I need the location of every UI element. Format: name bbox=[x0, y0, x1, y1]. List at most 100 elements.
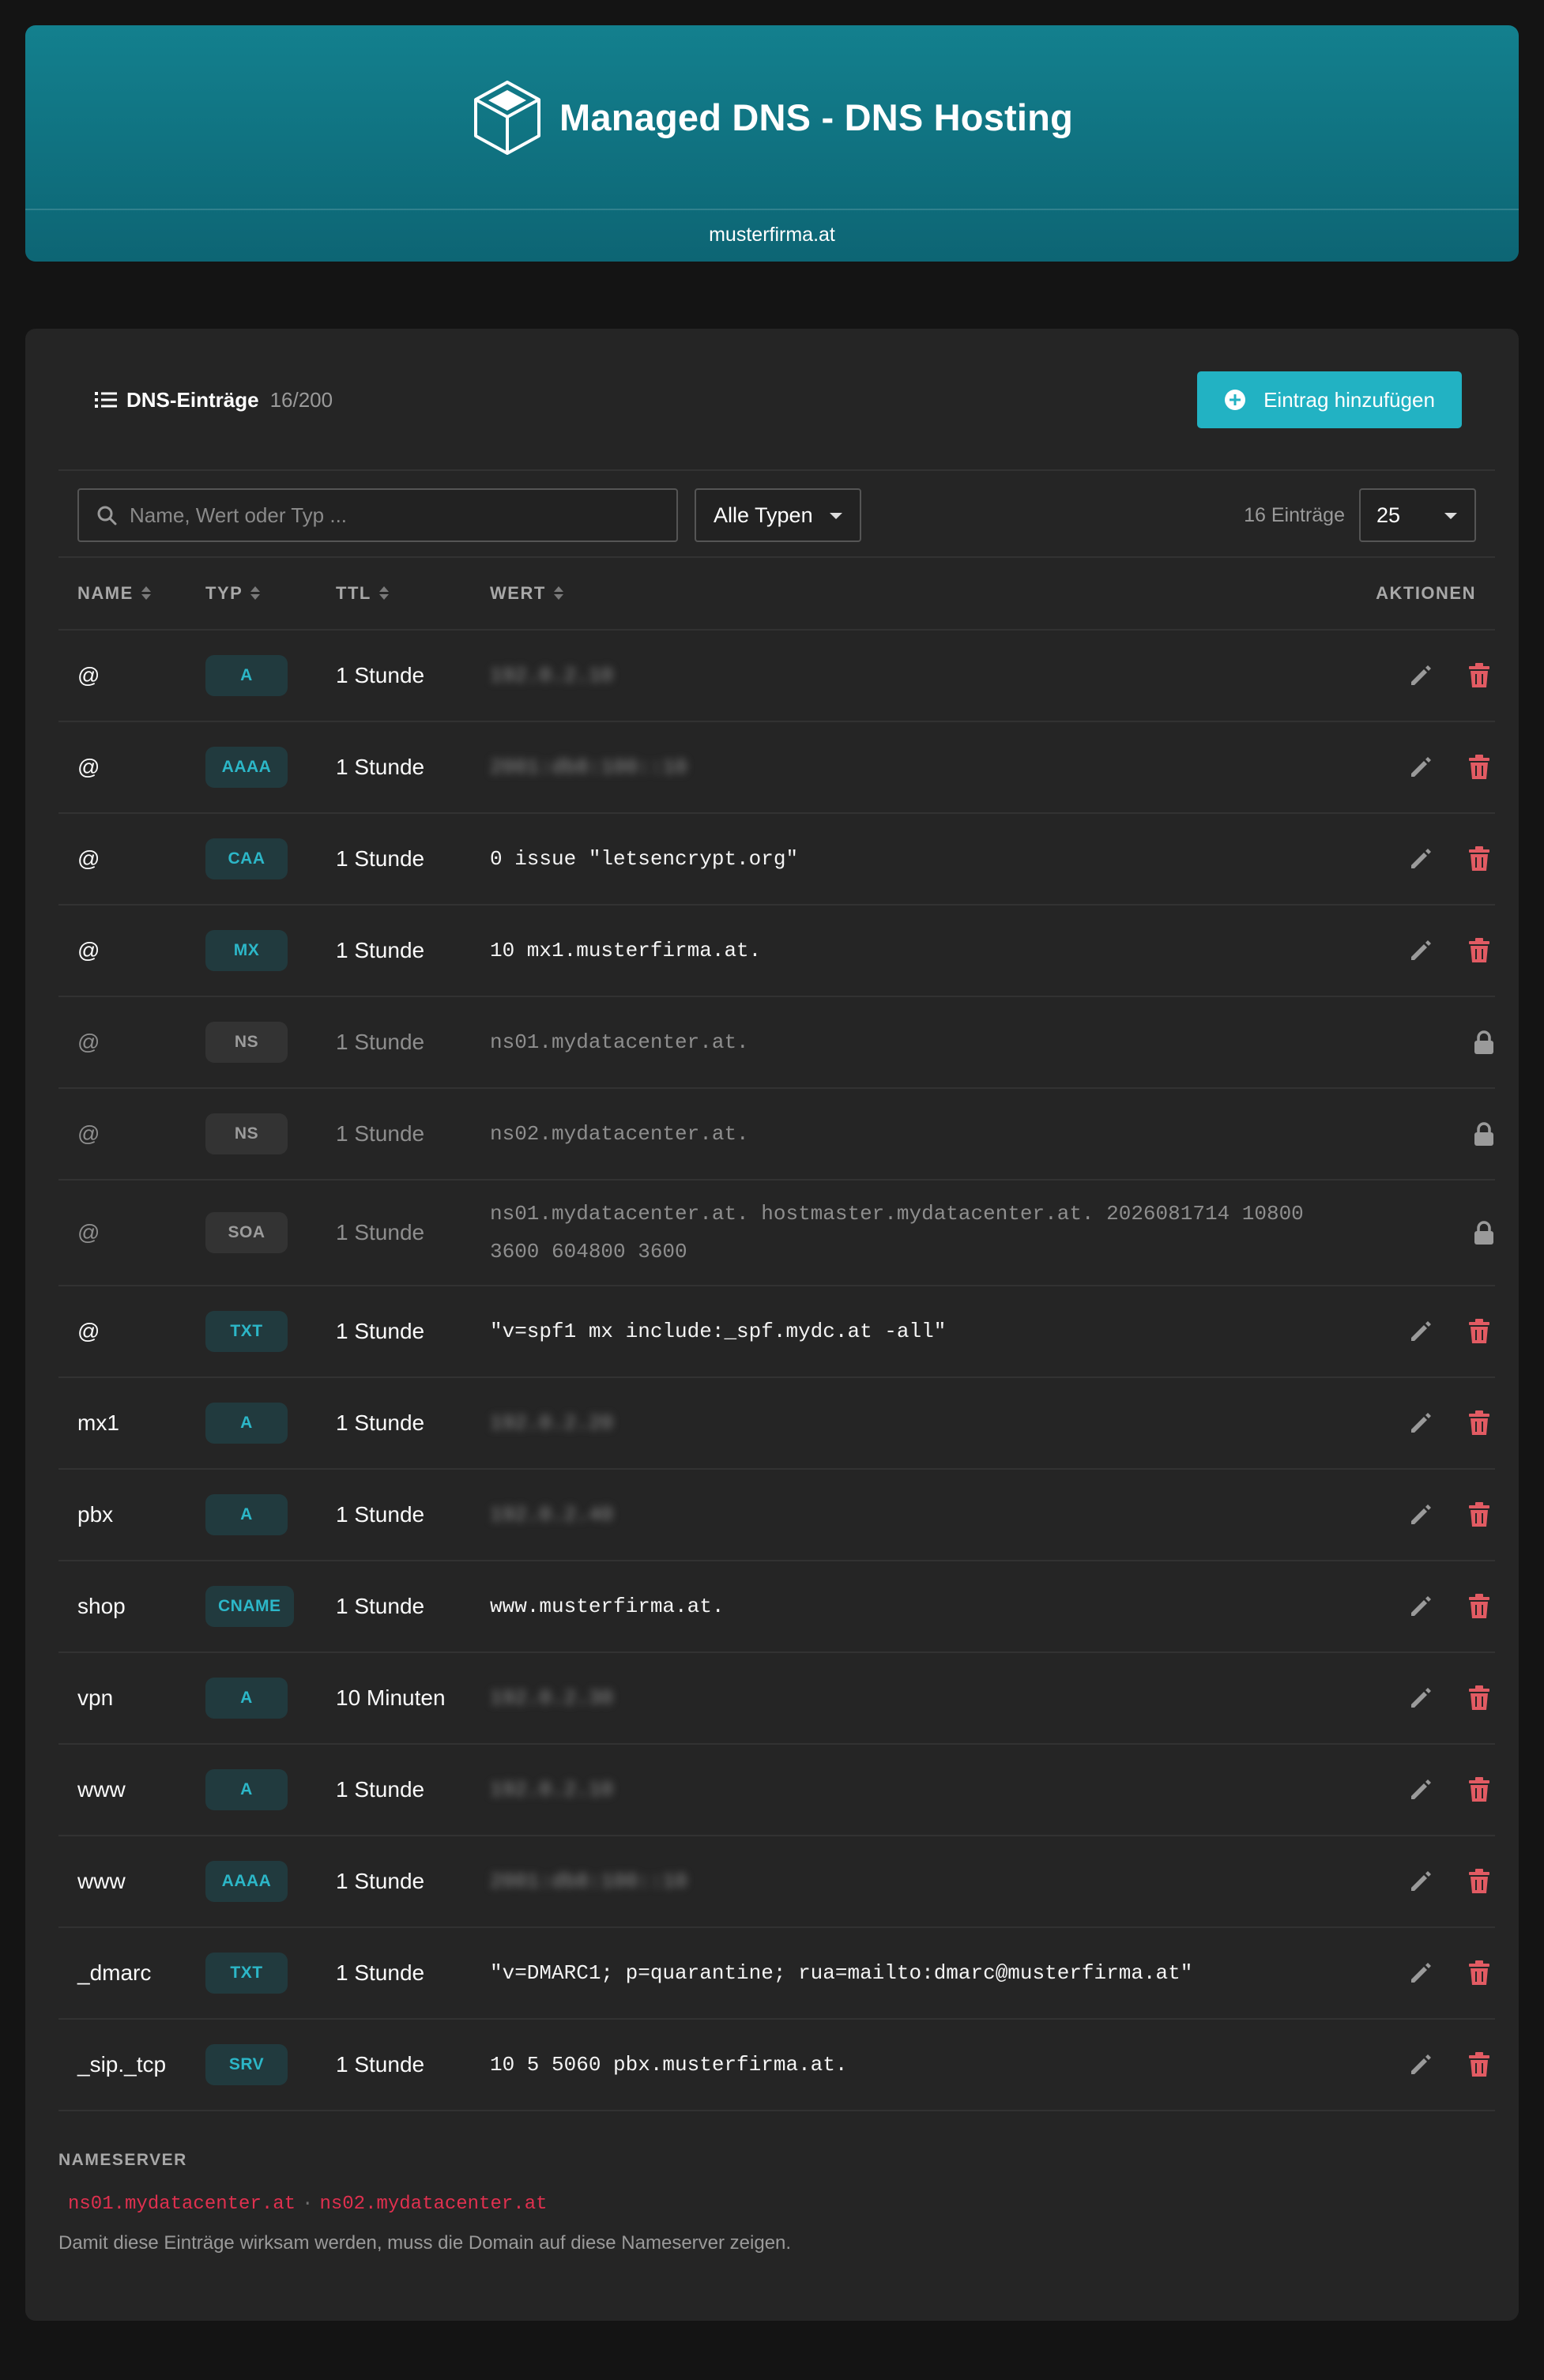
trash-icon[interactable] bbox=[1468, 1594, 1490, 1619]
table-row: @ NS 1 Stunde ns02.mydatacenter.at. bbox=[58, 1089, 1495, 1181]
sort-icon bbox=[250, 586, 261, 601]
record-type: CAA bbox=[205, 814, 288, 904]
trash-icon[interactable] bbox=[1468, 1869, 1490, 1894]
trash-icon[interactable] bbox=[1468, 938, 1490, 963]
record-type: A bbox=[205, 1745, 288, 1835]
pencil-icon[interactable] bbox=[1408, 1960, 1433, 1986]
record-actions bbox=[1362, 1653, 1495, 1743]
record-value: 0 issue "letsencrypt.org" bbox=[490, 814, 1327, 904]
record-type: SRV bbox=[205, 2020, 288, 2110]
record-value: 192.0.2.10 bbox=[490, 1745, 1327, 1835]
app-header: Managed DNS - DNS Hosting musterfirma.at bbox=[25, 25, 1519, 262]
record-type: AAAA bbox=[205, 722, 288, 812]
table-header: NAME TYP TTL WERT AKTIONEN bbox=[58, 558, 1495, 631]
column-ttl-label: TTL bbox=[336, 583, 371, 603]
trash-icon[interactable] bbox=[1468, 1777, 1490, 1802]
record-name: www bbox=[77, 1777, 126, 1802]
type-badge: MX bbox=[205, 930, 288, 971]
column-header-name[interactable]: NAME bbox=[77, 558, 151, 629]
record-value-text: 192.0.2.30 bbox=[490, 1686, 614, 1710]
pencil-icon[interactable] bbox=[1408, 1869, 1433, 1894]
pencil-icon[interactable] bbox=[1408, 846, 1433, 872]
pencil-icon[interactable] bbox=[1408, 938, 1433, 963]
type-badge: A bbox=[205, 1494, 288, 1535]
column-header-ttl[interactable]: TTL bbox=[336, 558, 389, 629]
separator: · bbox=[302, 2194, 314, 2215]
record-type: CNAME bbox=[205, 1561, 294, 1651]
column-value-label: WERT bbox=[490, 583, 546, 603]
pencil-icon[interactable] bbox=[1408, 1502, 1433, 1527]
per-page-value: 25 bbox=[1376, 503, 1401, 527]
chevron-down-icon bbox=[1444, 513, 1457, 519]
table-row: vpn A 10 Minuten 192.0.2.30 bbox=[58, 1653, 1495, 1745]
trash-icon[interactable] bbox=[1468, 1502, 1490, 1527]
record-type: MX bbox=[205, 906, 288, 996]
header-brand: Managed DNS - DNS Hosting bbox=[25, 25, 1519, 210]
table-row: _sip._tcp SRV 1 Stunde 10 5 5060 pbx.muster… bbox=[58, 2020, 1495, 2111]
trash-icon[interactable] bbox=[1468, 1319, 1490, 1344]
record-value-text: 10 5 5060 pbx.musterfirma.at. bbox=[490, 2053, 848, 2077]
trash-icon[interactable] bbox=[1468, 1960, 1490, 1986]
table-row: @ TXT 1 Stunde "v=spf1 mx include:_spf.mydc… bbox=[58, 1286, 1495, 1378]
record-name: www bbox=[77, 1869, 126, 1893]
record-value-text: 192.0.2.40 bbox=[490, 1503, 614, 1527]
record-ttl: 1 Stunde bbox=[336, 1410, 425, 1435]
type-badge: CAA bbox=[205, 838, 288, 879]
type-badge: NS bbox=[205, 1113, 288, 1154]
record-count: 16/200 bbox=[269, 387, 333, 412]
table-row: @ MX 1 Stunde 10 mx1.musterfirma.at. bbox=[58, 906, 1495, 997]
record-value-text: 192.0.2.10 bbox=[490, 664, 614, 687]
add-record-button[interactable]: Eintrag hinzufügen bbox=[1197, 371, 1462, 428]
record-ttl: 1 Stunde bbox=[336, 1121, 425, 1146]
trash-icon[interactable] bbox=[1468, 663, 1490, 688]
type-badge: TXT bbox=[205, 1311, 288, 1352]
search-input[interactable] bbox=[130, 503, 635, 528]
record-actions bbox=[1362, 1470, 1495, 1560]
entries-count: 16 Einträge bbox=[1244, 503, 1345, 526]
trash-icon[interactable] bbox=[1468, 2052, 1490, 2077]
panel-title: DNS-Einträge 16/200 bbox=[95, 387, 333, 412]
type-filter-select[interactable]: Alle Typen bbox=[695, 488, 861, 542]
dns-records-panel: DNS-Einträge 16/200 Eintrag hinzufügen A… bbox=[25, 329, 1519, 2321]
per-page-select[interactable]: 25 bbox=[1359, 488, 1476, 542]
plus-circle-icon bbox=[1225, 390, 1246, 410]
table-row: _dmarc TXT 1 Stunde "v=DMARC1; p=quarantine… bbox=[58, 1928, 1495, 2020]
trash-icon[interactable] bbox=[1468, 1410, 1490, 1436]
pencil-icon[interactable] bbox=[1408, 755, 1433, 780]
record-value: www.musterfirma.at. bbox=[490, 1561, 1327, 1651]
lock-icon bbox=[1473, 1122, 1495, 1146]
record-type: TXT bbox=[205, 1928, 288, 2018]
record-value: 192.0.2.20 bbox=[490, 1378, 1327, 1468]
list-icon bbox=[95, 392, 117, 408]
trash-icon[interactable] bbox=[1468, 755, 1490, 780]
pencil-icon[interactable] bbox=[1408, 1777, 1433, 1802]
dns-records-table: @ A 1 Stunde 192.0.2.10 @ AAAA 1 Stunde 2001:db… bbox=[58, 631, 1495, 2111]
type-badge: CNAME bbox=[205, 1586, 294, 1627]
column-header-type[interactable]: TYP bbox=[205, 558, 261, 629]
record-name: @ bbox=[77, 1319, 100, 1343]
nameserver-note: Damit diese Einträge wirksam werden, mus… bbox=[58, 2232, 792, 2254]
nameserver-2: ns02.mydatacenter.at bbox=[319, 2194, 548, 2215]
record-actions bbox=[1362, 814, 1495, 904]
record-actions bbox=[1362, 1745, 1495, 1835]
record-value: 10 5 5060 pbx.musterfirma.at. bbox=[490, 2020, 1327, 2110]
record-type: A bbox=[205, 1653, 288, 1743]
record-value: 2001:db8:100::10 bbox=[490, 722, 1327, 812]
pencil-icon[interactable] bbox=[1408, 1319, 1433, 1344]
record-name: mx1 bbox=[77, 1410, 119, 1435]
pencil-icon[interactable] bbox=[1408, 1685, 1433, 1711]
pencil-icon[interactable] bbox=[1408, 2052, 1433, 2077]
pencil-icon[interactable] bbox=[1408, 663, 1433, 688]
pencil-icon[interactable] bbox=[1408, 1410, 1433, 1436]
record-name: _sip._tcp bbox=[77, 2052, 167, 2077]
sort-icon bbox=[141, 586, 151, 601]
pencil-icon[interactable] bbox=[1408, 1594, 1433, 1619]
column-header-value[interactable]: WERT bbox=[490, 558, 563, 629]
record-name: @ bbox=[77, 1121, 100, 1146]
record-value: 2001:db8:100::10 bbox=[490, 1836, 1327, 1926]
trash-icon[interactable] bbox=[1468, 846, 1490, 872]
trash-icon[interactable] bbox=[1468, 1685, 1490, 1711]
search-box[interactable] bbox=[77, 488, 678, 542]
record-value-text: "v=spf1 mx include:_spf.mydc.at -all" bbox=[490, 1320, 947, 1343]
record-type: A bbox=[205, 1470, 288, 1560]
